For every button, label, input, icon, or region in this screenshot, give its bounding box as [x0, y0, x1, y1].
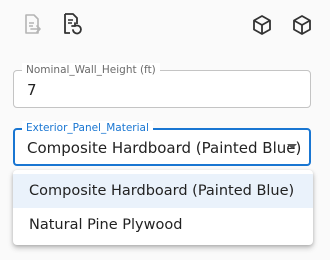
sync-document-icon — [61, 12, 83, 36]
nominal-wall-height-field[interactable]: Nominal_Wall_Height (ft) 7 — [13, 63, 311, 108]
exterior-panel-material-select[interactable]: Exterior_Panel_Material Composite Hardbo… — [13, 121, 311, 166]
cube-button-left[interactable] — [250, 13, 274, 37]
menu-option-composite-hardboard[interactable]: Composite Hardboard (Painted Blue) — [13, 174, 313, 208]
exterior-panel-material-menu: Composite Hardboard (Painted Blue) Natur… — [13, 170, 313, 245]
export-document-icon — [22, 13, 42, 35]
export-document-button[interactable] — [20, 12, 44, 36]
exterior-panel-material-label: Exterior_Panel_Material — [22, 121, 153, 135]
cube-button-right[interactable] — [290, 13, 314, 37]
exterior-panel-material-value: Composite Hardboard (Painted Blue) — [27, 139, 302, 157]
caret-up-icon[interactable] — [287, 144, 297, 149]
properties-panel: Nominal_Wall_Height (ft) 7 Exterior_Pane… — [0, 0, 330, 260]
cube-icon — [251, 14, 273, 36]
sync-document-button[interactable] — [60, 12, 84, 36]
nominal-wall-height-label: Nominal_Wall_Height (ft) — [22, 63, 160, 77]
cube-icon — [291, 14, 313, 36]
toolbar — [0, 0, 330, 50]
nominal-wall-height-value[interactable]: 7 — [27, 80, 37, 100]
menu-option-natural-pine-plywood[interactable]: Natural Pine Plywood — [13, 208, 313, 242]
